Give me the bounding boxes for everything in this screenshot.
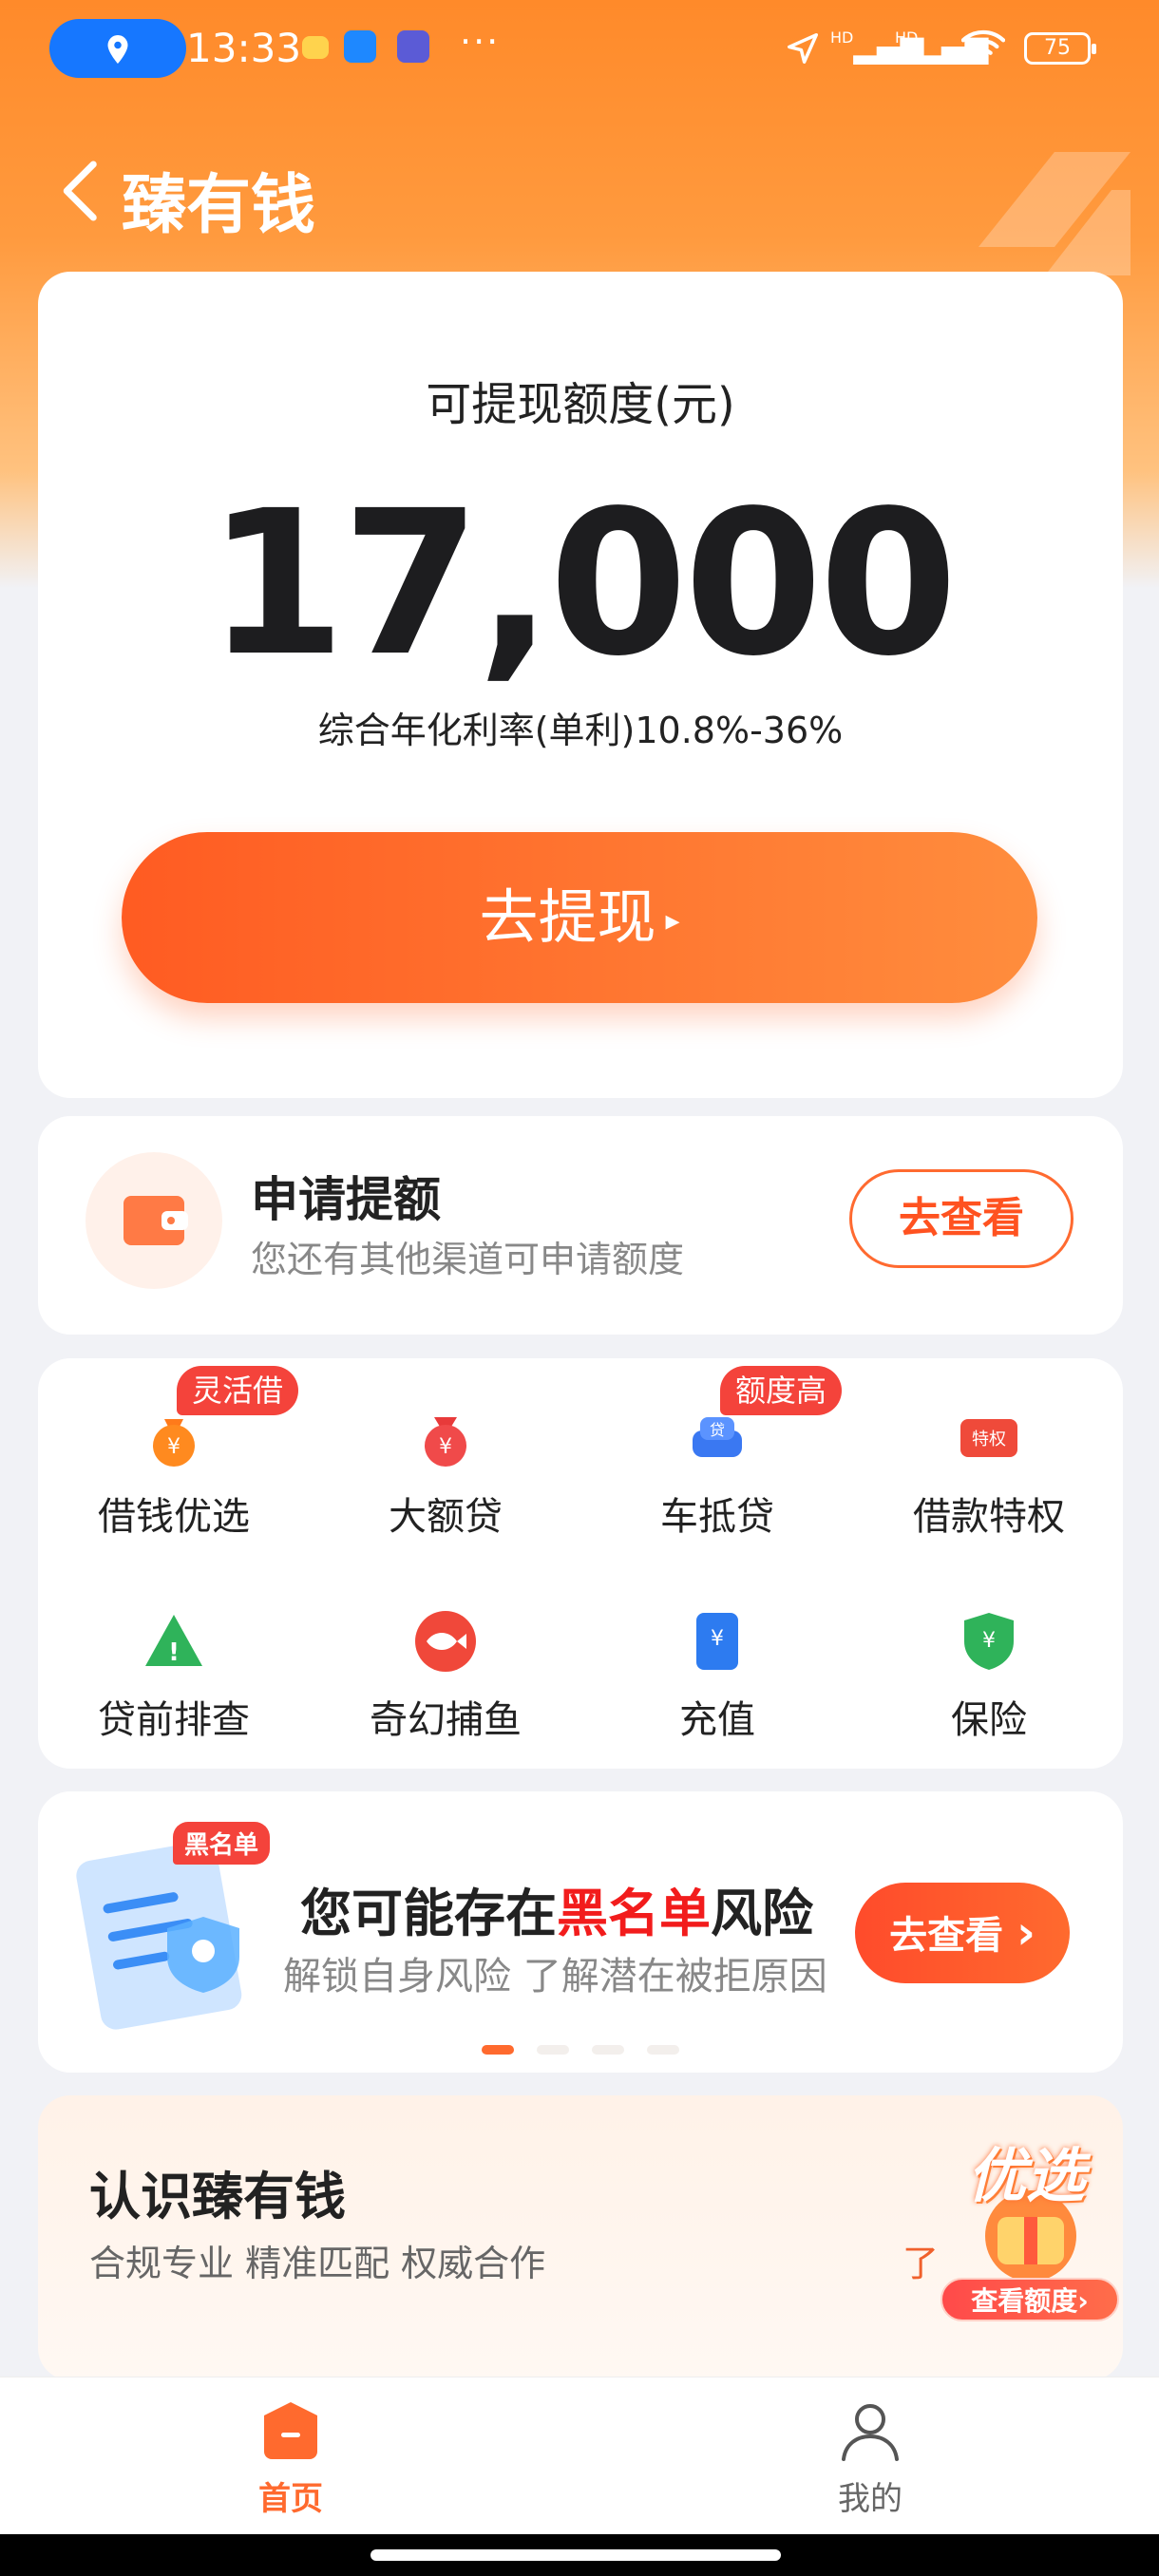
- home-indicator[interactable]: [370, 2549, 781, 2561]
- notes-icon: [302, 36, 329, 59]
- promo-word: 优选: [967, 2141, 1086, 2210]
- svg-text:¥: ¥: [439, 1435, 452, 1459]
- about-title: 认识臻有钱: [89, 2167, 346, 2226]
- back-arrow-icon[interactable]: [53, 158, 110, 224]
- fish-icon: [415, 1611, 476, 1672]
- grid-item-recharge[interactable]: ¥ 充值: [581, 1607, 853, 1744]
- grid-item-car-loan[interactable]: 贷 车抵贷 额度高: [581, 1366, 853, 1541]
- red-bag-icon: ¥: [425, 1417, 466, 1467]
- tab-home[interactable]: 首页: [196, 2396, 386, 2519]
- raise-limit-subtitle: 您还有其他渠道可申请额度: [251, 1239, 685, 1280]
- grid-item-privilege[interactable]: 特权 借款特权: [853, 1404, 1125, 1541]
- privilege-icon: 特权: [960, 1419, 1017, 1457]
- interest-rate: 综合年化利率(单利)10.8%-36%: [317, 710, 844, 751]
- quota-label: 可提现额度(元): [426, 378, 735, 431]
- service-grid: ¥ 借钱优选 灵活借 ¥ 大额贷 贷 车抵贷 额度高 特权 借款特权 ! 贷前排…: [38, 1358, 1123, 1769]
- grid-label: 保险: [951, 1698, 1027, 1742]
- tab-home-label: 首页: [258, 2480, 323, 2518]
- badge-high-limit: 额度高: [720, 1366, 843, 1415]
- home-icon: [264, 2402, 317, 2459]
- raise-limit-title: 申请提额: [251, 1172, 441, 1227]
- user-icon: [842, 2404, 899, 2461]
- play-arrow-icon: ▸: [665, 903, 680, 938]
- sticker-icon: [397, 30, 429, 63]
- quota-amount: 17,000: [206, 467, 958, 700]
- carousel-indicator: [38, 2040, 1123, 2058]
- tab-mine-label: 我的: [838, 2480, 902, 2518]
- tab-mine[interactable]: 我的: [775, 2396, 965, 2519]
- more-indicator: ···: [460, 21, 501, 63]
- nav-bar: 臻有钱: [0, 142, 1159, 243]
- svg-text:¥: ¥: [167, 1435, 180, 1459]
- check-blacklist-button[interactable]: 去查看 ›: [855, 1883, 1070, 1983]
- about-subtitle: 合规专业 精准匹配 权威合作: [89, 2243, 546, 2284]
- chevron-right-icon: ›: [1016, 1906, 1036, 1960]
- blacklist-subtitle: 解锁自身风险 了解潜在被拒原因: [283, 1955, 827, 1998]
- grid-item-borrow-select[interactable]: ¥ 借钱优选 灵活借: [38, 1366, 310, 1541]
- svg-text:特权: 特权: [972, 1430, 1006, 1449]
- check-limit-pill[interactable]: 查看额度›: [940, 2278, 1119, 2321]
- grid-label: 奇幻捕鱼: [370, 1698, 522, 1742]
- grid-label: 贷前排查: [98, 1698, 250, 1742]
- clock: 13:33: [186, 25, 302, 71]
- svg-text:贷: 贷: [710, 1421, 725, 1439]
- raise-limit-card[interactable]: 申请提额 您还有其他渠道可申请额度 去查看: [38, 1116, 1123, 1335]
- location-pin-icon: [107, 35, 128, 64]
- grid-item-pre-check[interactable]: ! 贷前排查: [38, 1607, 310, 1744]
- system-home-bar: [0, 2534, 1159, 2576]
- grid-item-fishing-game[interactable]: 奇幻捕鱼: [310, 1607, 581, 1744]
- battery-indicator: 75: [1024, 32, 1096, 65]
- blacklist-banner[interactable]: 黑名单 您可能存在黑名单风险 解锁自身风险 了解潜在被拒原因 去查看 ›: [38, 1791, 1123, 2073]
- grid-label: 大额贷: [389, 1495, 503, 1539]
- svg-text:¥: ¥: [982, 1629, 996, 1653]
- quota-card: 可提现额度(元) 17,000 综合年化利率(单利)10.8%-36% 去提现 ▸: [38, 272, 1123, 1098]
- withdraw-button[interactable]: 去提现 ▸: [122, 832, 1037, 1003]
- floating-promo[interactable]: 优选 查看额度›: [940, 2128, 1130, 2327]
- grid-item-insurance[interactable]: ¥ 保险: [853, 1607, 1125, 1744]
- wifi-icon: [961, 29, 1005, 64]
- chat-icon: [344, 30, 376, 63]
- navigation-arrow-icon: [788, 33, 818, 64]
- grid-label: 借款特权: [913, 1495, 1065, 1539]
- warning-icon: !: [145, 1615, 202, 1667]
- grid-label: 充值: [679, 1698, 755, 1742]
- wallet-icon: [86, 1152, 222, 1289]
- recharge-icon: ¥: [696, 1613, 738, 1670]
- grid-item-large-loan[interactable]: ¥ 大额贷: [310, 1404, 581, 1541]
- grid-label: 车抵贷: [660, 1495, 774, 1539]
- check-raise-button[interactable]: 去查看: [849, 1169, 1074, 1268]
- tab-bar: 首页 我的: [0, 2377, 1159, 2534]
- about-cut-text: 了: [902, 2243, 940, 2284]
- status-bar: 13:33 ··· HD▂▄▆ HD▂▄▆ 75: [0, 0, 1159, 104]
- svg-text:¥: ¥: [711, 1627, 724, 1651]
- insurance-icon: ¥: [964, 1613, 1014, 1670]
- svg-text:!: !: [168, 1638, 180, 1667]
- blacklist-tag: 黑名单: [173, 1822, 271, 1865]
- badge-flexible: 灵活借: [177, 1366, 299, 1415]
- grid-label: 借钱优选: [98, 1495, 250, 1539]
- withdraw-label: 去提现: [479, 882, 656, 952]
- page-title: 臻有钱: [122, 168, 316, 243]
- blacklist-title: 您可能存在黑名单风险: [300, 1884, 813, 1943]
